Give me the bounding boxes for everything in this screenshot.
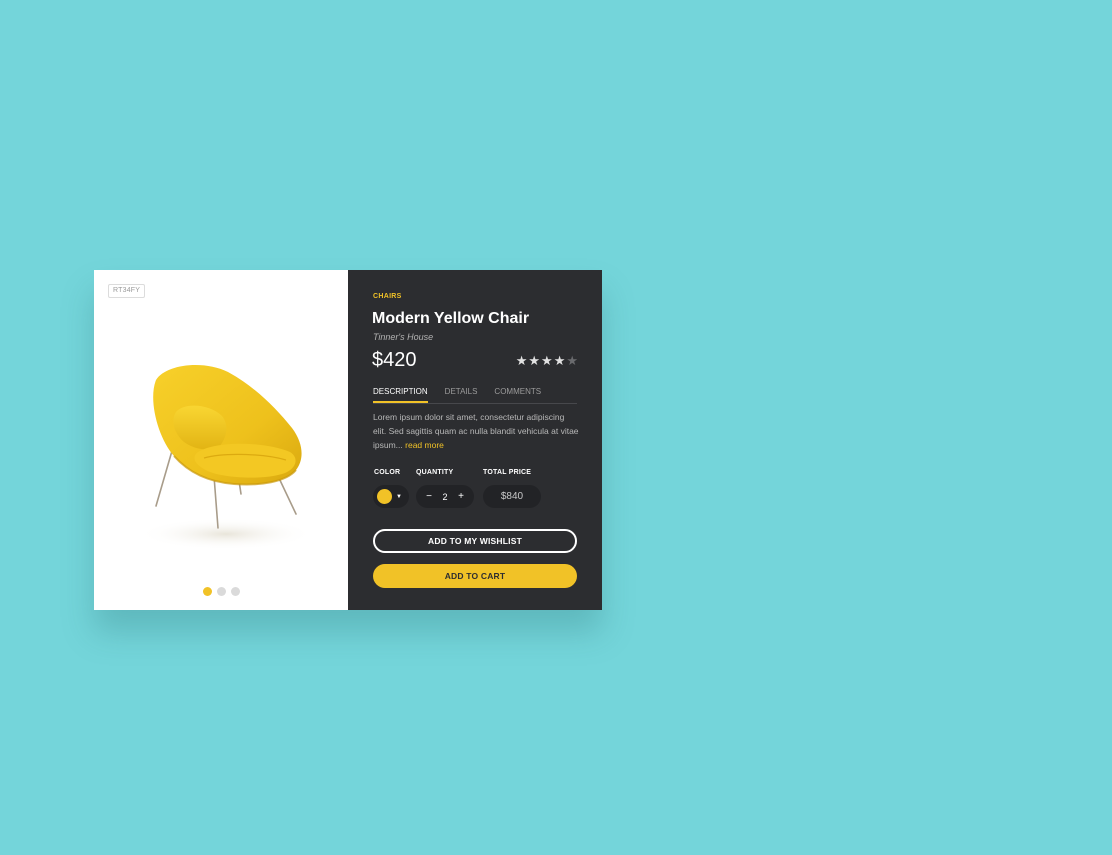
product-card: RT34FY CHAIRS Modern Yellow Chair Tinner… (94, 270, 602, 610)
product-description: Lorem ipsum dolor sit amet, consectetur … (373, 410, 579, 452)
star-icon: ★ (566, 353, 578, 368)
carousel-dot-3[interactable] (230, 587, 240, 596)
quantity-label: QUANTITY (416, 469, 454, 476)
chair-image (138, 365, 314, 550)
color-label: COLOR (374, 469, 401, 476)
carousel-dot-2[interactable] (216, 587, 226, 596)
brand-name: Tinner's House (373, 332, 434, 342)
color-swatch (377, 489, 392, 504)
total-price-value: $840 (500, 491, 524, 502)
total-price: $840 (483, 485, 541, 508)
product-price: $420 (372, 349, 417, 371)
carousel-dot-1[interactable] (202, 587, 212, 596)
sku-badge: RT34FY (108, 284, 146, 298)
read-more-link[interactable]: read more (405, 440, 444, 450)
rating-stars: ★ ★ ★ ★ ★ (516, 354, 578, 368)
product-tabs: DESCRIPTION DETAILS COMMENTS (373, 386, 577, 404)
color-select[interactable]: ▼ (373, 485, 409, 508)
description-text: Lorem ipsum dolor sit amet, consectetur … (373, 412, 579, 450)
total-price-label: TOTAL PRICE (483, 469, 532, 476)
add-to-cart-button[interactable]: ADD TO CART (373, 564, 577, 588)
category-label[interactable]: CHAIRS (373, 293, 402, 300)
star-icon: ★ (528, 353, 541, 368)
product-title: Modern Yellow Chair (372, 310, 530, 327)
product-image-pane: RT34FY (94, 270, 348, 610)
add-to-wishlist-button[interactable]: ADD TO MY WISHLIST (373, 529, 577, 553)
tab-details[interactable]: DETAILS (445, 386, 478, 403)
star-icon: ★ (515, 353, 528, 368)
carousel-dots (94, 587, 348, 596)
star-icon: ★ (541, 353, 553, 368)
quantity-stepper: − 2 + (416, 485, 474, 508)
tab-description[interactable]: DESCRIPTION (373, 386, 428, 403)
increment-button[interactable]: + (456, 491, 466, 502)
decrement-button[interactable]: − (424, 491, 434, 502)
star-icon: ★ (553, 353, 566, 368)
product-info-pane: CHAIRS Modern Yellow Chair Tinner's Hous… (348, 270, 602, 610)
caret-down-icon: ▼ (396, 493, 402, 500)
quantity-value: 2 (442, 491, 448, 502)
tab-comments[interactable]: COMMENTS (494, 386, 541, 403)
